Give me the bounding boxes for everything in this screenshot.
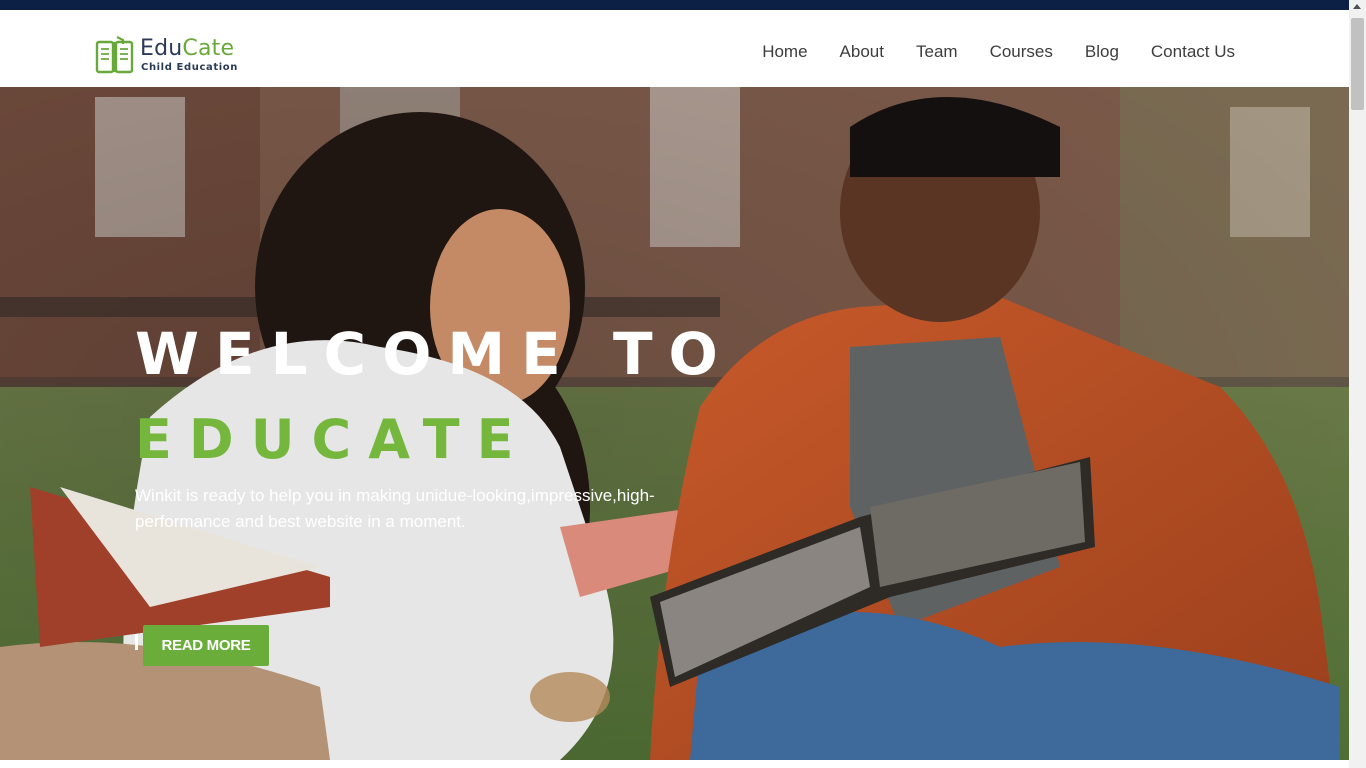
top-accent-bar (0, 0, 1349, 10)
hero-title-line1: WELCOME TO (135, 320, 734, 388)
text-cursor (135, 634, 138, 650)
nav-contact-us[interactable]: Contact Us (1151, 42, 1235, 62)
page-bottom-edge (0, 760, 1349, 768)
hero-description: Winkit is ready to help you in making un… (135, 486, 655, 531)
brand-name: EduCate (140, 35, 235, 61)
read-more-button[interactable]: READ MORE (143, 625, 269, 666)
main-nav: Home About Team Courses Blog Contact Us (762, 42, 1235, 62)
nav-home[interactable]: Home (762, 42, 807, 62)
site-header: EduCate Child Education Home About Team … (0, 10, 1349, 87)
hero-banner: WELCOME TO EDUCATE Winkit is ready to he… (0, 87, 1349, 760)
nav-blog[interactable]: Blog (1085, 42, 1119, 62)
page-scrollbar[interactable] (1349, 0, 1366, 768)
site-logo[interactable]: EduCate Child Education (95, 34, 238, 76)
scroll-up-arrow-icon[interactable] (1353, 4, 1361, 9)
nav-team[interactable]: Team (916, 42, 958, 62)
nav-courses[interactable]: Courses (990, 42, 1053, 62)
hero-title-line2: EDUCATE (135, 408, 531, 471)
open-book-icon (95, 36, 134, 74)
scrollbar-thumb[interactable] (1351, 18, 1364, 110)
nav-about[interactable]: About (840, 42, 884, 62)
brand-tagline: Child Education (141, 61, 238, 73)
